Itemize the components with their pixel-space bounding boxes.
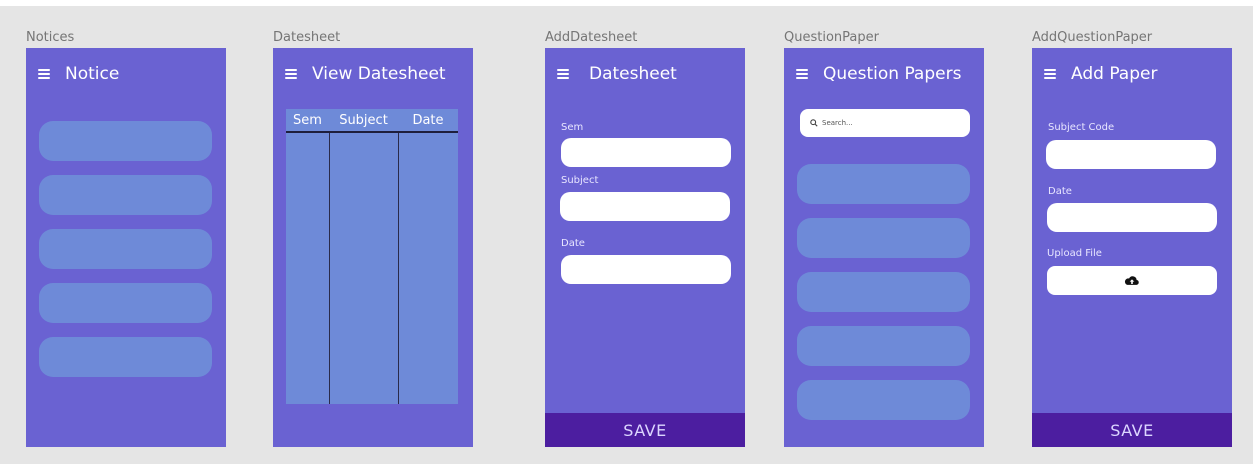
frame-label-notices: Notices xyxy=(26,30,75,45)
question-paper-card[interactable] xyxy=(797,164,970,204)
app-bar: View Datesheet xyxy=(273,48,473,100)
app-bar: Datesheet xyxy=(545,48,745,100)
frame-add-question-paper: Add Paper Subject Code Date Upload File … xyxy=(1032,48,1232,447)
table-header: Sem Subject Date xyxy=(286,109,458,133)
frame-add-datesheet: Datesheet Sem Subject Date SAVE xyxy=(545,48,745,447)
notice-card[interactable] xyxy=(39,175,212,215)
frame-label-add-datesheet: AddDatesheet xyxy=(545,30,638,45)
notice-card[interactable] xyxy=(39,229,212,269)
sem-label: Sem xyxy=(561,122,584,133)
datesheet-table: Sem Subject Date xyxy=(286,109,458,404)
menu-icon[interactable] xyxy=(38,69,50,79)
screen-title: Datesheet xyxy=(589,64,677,84)
frame-question-paper: Question Papers Search... xyxy=(784,48,984,447)
screen-title: Add Paper xyxy=(1071,64,1158,84)
column-divider xyxy=(329,133,330,404)
notice-card[interactable] xyxy=(39,283,212,323)
save-button[interactable]: SAVE xyxy=(1032,413,1232,447)
search-icon xyxy=(810,119,818,127)
upload-file-button[interactable] xyxy=(1047,266,1217,295)
column-divider xyxy=(398,133,399,404)
question-paper-card[interactable] xyxy=(797,218,970,258)
search-input[interactable]: Search... xyxy=(800,109,970,137)
upload-file-label: Upload File xyxy=(1047,248,1102,259)
search-placeholder: Search... xyxy=(822,119,853,127)
subject-label: Subject xyxy=(561,175,599,186)
app-bar: Question Papers xyxy=(784,48,984,100)
frame-label-datesheet: Datesheet xyxy=(273,30,341,45)
frame-label-add-question-paper: AddQuestionPaper xyxy=(1032,30,1153,45)
menu-icon[interactable] xyxy=(796,69,808,79)
date-input[interactable] xyxy=(1047,203,1217,232)
column-header-date: Date xyxy=(412,112,444,128)
menu-icon[interactable] xyxy=(285,69,297,79)
screen-title: Notice xyxy=(65,64,120,84)
save-button[interactable]: SAVE xyxy=(545,413,745,447)
frame-notices: Notice xyxy=(26,48,226,447)
menu-icon[interactable] xyxy=(1044,69,1056,79)
date-input[interactable] xyxy=(561,255,731,284)
screen-title: View Datesheet xyxy=(312,64,446,84)
question-paper-card[interactable] xyxy=(797,272,970,312)
sem-input[interactable] xyxy=(561,138,731,167)
column-header-subject: Subject xyxy=(339,112,388,128)
subject-code-label: Subject Code xyxy=(1048,122,1115,133)
subject-code-input[interactable] xyxy=(1046,140,1216,169)
app-bar: Notice xyxy=(26,48,226,100)
subject-input[interactable] xyxy=(560,192,730,221)
question-paper-card[interactable] xyxy=(797,380,970,420)
screen-title: Question Papers xyxy=(823,64,962,84)
frame-label-question-paper: QuestionPaper xyxy=(784,30,879,45)
frame-datesheet: View Datesheet Sem Subject Date xyxy=(273,48,473,447)
column-header-sem: Sem xyxy=(293,112,322,128)
notice-card[interactable] xyxy=(39,337,212,377)
menu-icon[interactable] xyxy=(557,69,569,79)
date-label: Date xyxy=(561,238,585,249)
question-paper-card[interactable] xyxy=(797,326,970,366)
app-bar: Add Paper xyxy=(1032,48,1232,100)
date-label: Date xyxy=(1048,186,1072,197)
notice-card[interactable] xyxy=(39,121,212,161)
cloud-upload-icon xyxy=(1124,275,1139,285)
